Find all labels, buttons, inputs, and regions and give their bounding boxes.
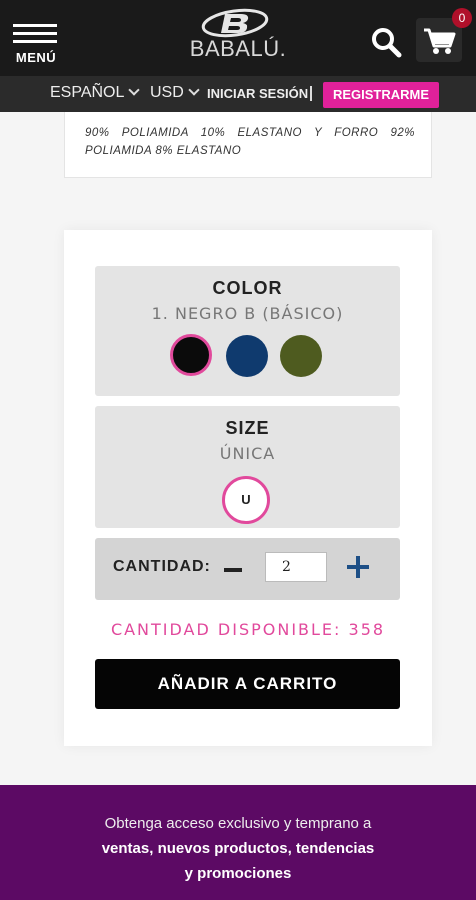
quantity-label: CANTIDAD: <box>113 558 211 575</box>
cart-count-badge: 0 <box>452 8 472 28</box>
color-swatch-black[interactable] <box>170 334 212 376</box>
promo-text-line1: Obtenga acceso exclusivo y temprano a <box>104 815 372 832</box>
selected-size: ÚNICA <box>219 444 276 463</box>
login-link[interactable]: INICIAR SESIÓN <box>207 86 308 101</box>
increment-button[interactable] <box>347 556 369 578</box>
currency-label: USD <box>150 84 184 101</box>
color-swatch-navy[interactable] <box>226 335 268 377</box>
quantity-input[interactable]: 2 <box>265 552 327 582</box>
currency-selector[interactable]: USD <box>150 84 200 102</box>
decrement-button[interactable] <box>223 560 243 580</box>
color-swatch-olive[interactable] <box>280 335 322 377</box>
menu-icon <box>13 24 57 27</box>
size-title: SIZE <box>225 418 270 438</box>
product-options-card: COLOR 1. NEGRO B (BÁSICO) SIZE ÚNICA U C… <box>64 230 432 746</box>
brand-logo[interactable]: BABALÚ. <box>183 8 293 64</box>
composition-text: 90% POLIAMIDA 10% ELASTANO Y FORRO 92% P… <box>85 127 415 157</box>
logo-text: BABALÚ. <box>189 36 287 61</box>
color-title: COLOR <box>212 278 283 298</box>
divider <box>310 86 312 101</box>
product-description-card: 90% POLIAMIDA 10% ELASTANO Y FORRO 92% P… <box>64 112 432 178</box>
logo-mark-icon <box>201 8 269 38</box>
add-to-cart-button[interactable]: AÑADIR A CARRITO <box>95 659 400 709</box>
menu-button[interactable]: MENÚ <box>10 22 60 66</box>
chevron-down-icon <box>188 84 200 96</box>
selected-color: 1. NEGRO B (BÁSICO) <box>151 304 344 323</box>
quantity-stepper: CANTIDAD: 2 <box>95 538 400 600</box>
promo-text-line2: ventas, nuevos productos, tendencias <box>101 840 375 857</box>
newsletter-promo: Obtenga acceso exclusivo y temprano a ve… <box>0 785 476 900</box>
language-selector[interactable]: ESPAÑOL <box>50 84 141 102</box>
language-label: ESPAÑOL <box>50 84 125 101</box>
promo-text-line3: y promociones <box>184 865 292 882</box>
menu-label: MENÚ <box>15 50 57 65</box>
available-quantity: CANTIDAD DISPONIBLE: 358 <box>110 620 386 639</box>
size-option-u[interactable]: U <box>222 476 270 524</box>
chevron-down-icon <box>128 84 141 96</box>
register-button[interactable]: REGISTRARME <box>323 82 439 108</box>
site-header: MENÚ BABALÚ. 0 <box>0 0 476 76</box>
size-selector: SIZE ÚNICA U <box>95 406 400 528</box>
minus-icon <box>224 568 242 572</box>
search-icon[interactable] <box>370 26 402 58</box>
color-selector: COLOR 1. NEGRO B (BÁSICO) <box>95 266 400 396</box>
